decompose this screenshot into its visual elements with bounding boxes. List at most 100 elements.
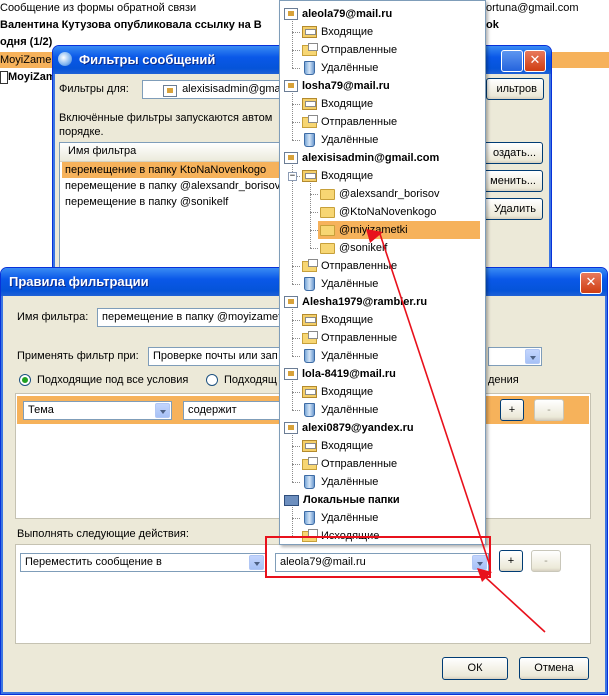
mail-subject: Валентина Кутузова опубликовала ссылку н…	[0, 19, 262, 31]
tree-folder-node[interactable]: Удалённые	[302, 509, 378, 527]
tree-folder-node[interactable]: @sonikelf	[320, 239, 387, 257]
tree-folder-node[interactable]: Входящие	[302, 23, 373, 41]
target-folder-value: aleola79@mail.ru	[280, 556, 366, 568]
tree-folder-node[interactable]: Удалённые	[302, 347, 378, 365]
flag-icon	[0, 70, 8, 84]
tree-folder-node[interactable]: Удалённые	[302, 401, 378, 419]
tree-folder-node[interactable]: Отправленные	[302, 455, 397, 473]
filter-name-input[interactable]: перемещение в папку @moyizamet	[97, 308, 283, 327]
tree-account-node[interactable]: Alesha1979@rambler.ru	[284, 293, 427, 311]
filter-item[interactable]: перемещение в папку KtoNaNovenkogo	[62, 162, 279, 178]
tree-account-node[interactable]: alexi0879@yandex.ru	[284, 419, 414, 437]
chevron-down-icon[interactable]	[155, 403, 170, 418]
filters-for-label: Фильтры для:	[59, 83, 129, 95]
tree-folder-node[interactable]: @alexsandr_borisov	[320, 185, 439, 203]
filters-for-select[interactable]: alexisisadmin@gmail.com	[142, 80, 280, 99]
folder-tree-dropdown[interactable]: aleola79@mail.ru Входящие Отправленные Удал…	[279, 0, 486, 545]
minimize-icon[interactable]	[501, 50, 523, 72]
chevron-down-icon[interactable]	[249, 555, 264, 570]
tree-folder-node[interactable]: Отправленные	[302, 257, 397, 275]
tree-folder-node[interactable]: Входящие	[302, 167, 373, 185]
tree-folder-node[interactable]: Удалённые	[302, 275, 378, 293]
action-select[interactable]: Переместить сообщение в	[20, 553, 266, 572]
tree-connector	[292, 309, 293, 356]
add-action-button[interactable]: +	[499, 550, 523, 572]
mail-subject: MoyiZam	[8, 71, 56, 83]
trash-icon	[304, 403, 315, 418]
match-any-radio[interactable]	[206, 374, 218, 386]
collapse-icon[interactable]: −	[288, 172, 297, 181]
cancel-button[interactable]: Отмена	[519, 657, 589, 680]
close-icon[interactable]: ✕	[580, 272, 602, 294]
tree-connector	[292, 165, 293, 284]
tree-folder-node[interactable]: Локальные папки	[284, 491, 400, 509]
inbox-icon	[302, 386, 317, 399]
add-condition-button[interactable]: +	[500, 399, 524, 421]
tree-folder-node[interactable]: Входящие	[302, 437, 373, 455]
chevron-down-icon[interactable]	[525, 349, 540, 364]
filter-item[interactable]: перемещение в папку @alexsandr_borisov	[62, 178, 280, 194]
tree-node-label: Отправленные	[321, 332, 398, 344]
tree-folder-node[interactable]: Удалённые	[302, 59, 378, 77]
inbox-icon	[302, 440, 317, 453]
match-any-label-tail: дения	[488, 374, 519, 386]
tree-node-label: @KtoNaNovenkogo	[339, 206, 437, 218]
close-icon[interactable]: ✕	[524, 50, 546, 72]
tree-folder-node[interactable]: Входящие	[302, 311, 373, 329]
ok-button[interactable]: ОК	[442, 657, 508, 680]
filter-name-label: Имя фильтра:	[17, 311, 89, 323]
tree-account-node[interactable]: lola-8419@mail.ru	[284, 365, 396, 383]
condition-field-select[interactable]: Тема	[23, 401, 172, 420]
account-icon	[284, 152, 298, 165]
apply-filter-select-end[interactable]	[488, 347, 542, 366]
match-all-radio[interactable]	[19, 374, 31, 386]
delete-filter-button[interactable]: Удалить	[483, 198, 543, 220]
tree-folder-node[interactable]: Отправленные	[302, 329, 397, 347]
create-filter-button[interactable]: оздать...	[483, 142, 543, 164]
tree-connector	[310, 248, 318, 249]
tree-account-node[interactable]: aleola79@mail.ru	[284, 5, 392, 23]
filters-list[interactable]: Имя фильтра перемещение в папку KtoNaNov…	[59, 142, 281, 272]
remove-action-button[interactable]: -	[531, 550, 561, 572]
tree-folder-node[interactable]: @miyizametki	[318, 221, 480, 239]
tree-account-node[interactable]: losha79@mail.ru	[284, 77, 390, 95]
tree-account-node[interactable]: alexisisadmin@gmail.com	[284, 149, 439, 167]
tree-folder-node[interactable]: Входящие	[302, 95, 373, 113]
tree-folder-node[interactable]: Исходящие	[302, 527, 379, 544]
tree-folder-node[interactable]: Удалённые	[302, 473, 378, 491]
mail-sender: ok	[486, 19, 499, 31]
tree-node-label: Удалённые	[321, 278, 379, 290]
tree-connector	[292, 482, 300, 483]
tree-node-label: Отправленные	[321, 116, 398, 128]
edit-filter-button[interactable]: менить...	[483, 170, 543, 192]
condition-operator-select[interactable]: содержит	[183, 401, 280, 420]
tree-connector	[292, 104, 300, 105]
remove-condition-button[interactable]: -	[534, 399, 564, 421]
tree-node-label: Входящие	[321, 440, 374, 452]
tree-folder-node[interactable]: @KtoNaNovenkogo	[320, 203, 436, 221]
apply-filter-select[interactable]: Проверке почты или зап	[148, 347, 282, 366]
tree-connector	[292, 266, 300, 267]
target-folder-select[interactable]: aleola79@mail.ru	[275, 553, 489, 572]
filters-log-button[interactable]: ильтров	[486, 78, 544, 100]
filter-item[interactable]: перемещение в папку @sonikelf	[62, 194, 228, 210]
tree-folder-node[interactable]: Удалённые	[302, 131, 378, 149]
tree-node-label: Входящие	[321, 386, 374, 398]
trash-icon	[304, 511, 315, 526]
tree-connector	[292, 381, 293, 410]
tree-node-label: @sonikelf	[339, 242, 388, 254]
tree-folder-node[interactable]: Входящие	[302, 383, 373, 401]
tree-node-label: Отправленные	[321, 260, 398, 272]
tree-connector	[310, 194, 318, 195]
tree-folder-node[interactable]: Отправленные	[302, 41, 397, 59]
tree-folder-node[interactable]: Отправленные	[302, 113, 397, 131]
trash-icon	[304, 277, 315, 292]
sent-folder-icon	[302, 528, 318, 542]
tree-node-label: Удалённые	[321, 404, 379, 416]
mail-row[interactable]: MoyiZam	[0, 69, 56, 85]
tree-node-label: Отправленные	[321, 44, 398, 56]
chevron-down-icon[interactable]	[472, 555, 487, 570]
tree-connector	[292, 50, 300, 51]
filters-list-header[interactable]: Имя фильтра	[60, 143, 280, 162]
tree-connector	[292, 435, 293, 482]
